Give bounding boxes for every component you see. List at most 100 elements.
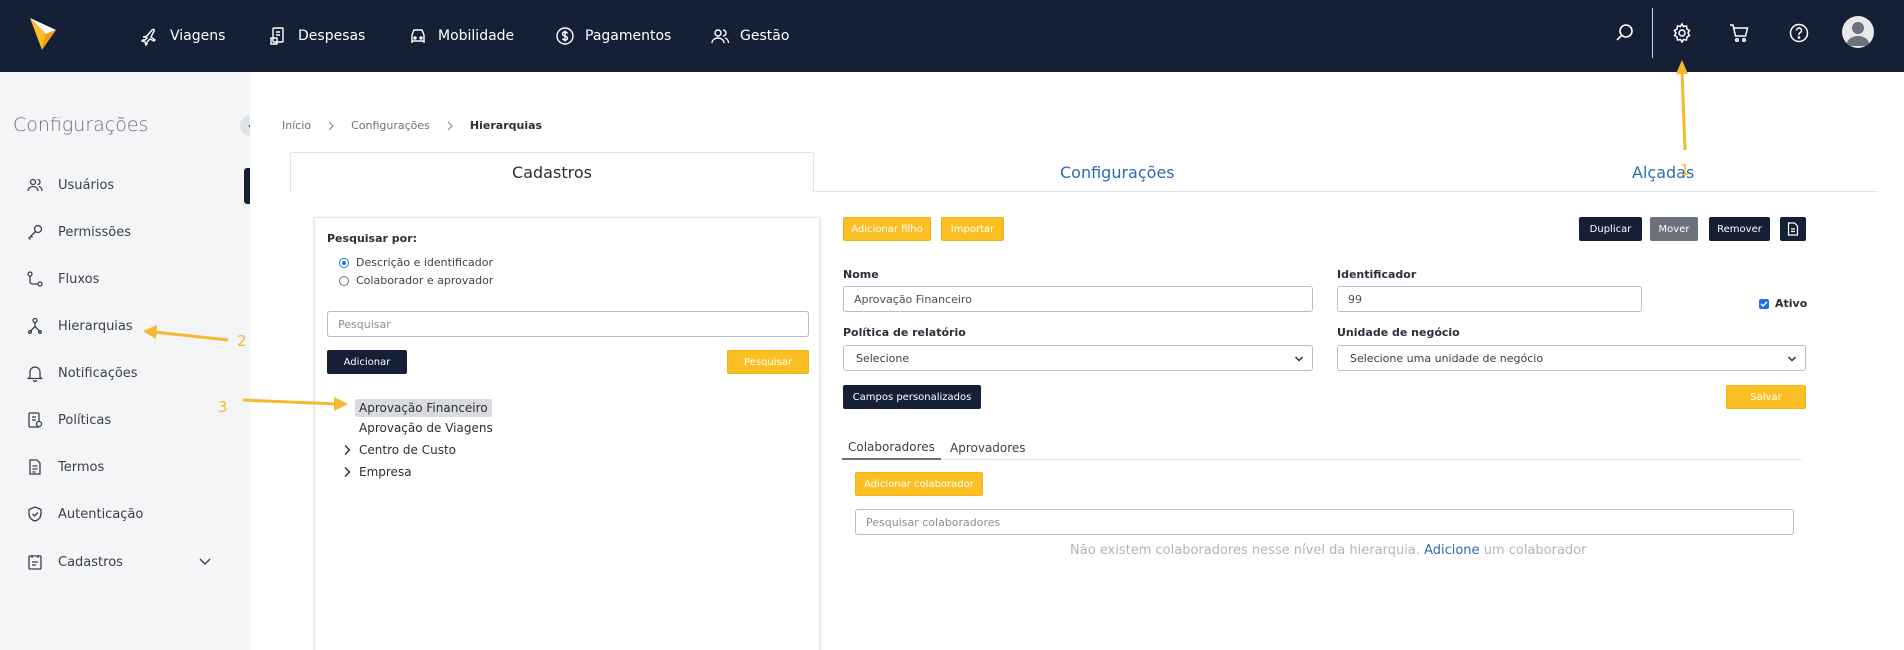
tree-item-aprovacao-financeiro[interactable]: Aprovação Financeiro: [355, 399, 492, 417]
tree-item-label: Empresa: [359, 465, 412, 479]
select-value: Selecione uma unidade de negócio: [1350, 351, 1544, 365]
search-button[interactable]: Pesquisar: [727, 350, 809, 374]
sidebar-item-label: Autenticação: [58, 506, 144, 522]
checkbox-box[interactable]: [1759, 298, 1769, 309]
logo[interactable]: [28, 16, 58, 52]
nav-gestao[interactable]: Gestão: [710, 21, 789, 51]
sidebar-item-label: Permissões: [58, 224, 132, 240]
radio-dot[interactable]: [339, 275, 349, 286]
name-field[interactable]: Aprovação Financeiro: [843, 286, 1313, 312]
subtab-aprovadores[interactable]: Aprovadores: [950, 436, 1026, 460]
sidebar-item-label: Termos: [58, 459, 105, 475]
nav-label: Mobilidade: [438, 28, 515, 44]
sidebar-item-cadastros[interactable]: Cadastros: [26, 550, 123, 574]
sidebar-item-autenticacao[interactable]: Autenticação: [26, 502, 143, 526]
cart-icon[interactable]: [1728, 22, 1750, 44]
main-tabs: Cadastros Configurações Alçadas: [290, 152, 1878, 193]
duplicate-button[interactable]: Duplicar: [1579, 217, 1642, 241]
identifier-field[interactable]: 99: [1337, 286, 1642, 312]
collaborator-search-input[interactable]: Pesquisar colaboradores: [855, 509, 1794, 535]
sidebar-title: Configurações: [13, 114, 149, 136]
hierarchy-icon: [28, 317, 42, 334]
sidebar-item-politicas[interactable]: Políticas: [26, 408, 111, 432]
breadcrumb-home[interactable]: Início: [282, 119, 311, 132]
tree-item-label: Centro de Custo: [359, 443, 456, 457]
business-unit-select[interactable]: Selecione uma unidade de negócio: [1337, 345, 1806, 371]
breadcrumb-configuracoes[interactable]: Configurações: [351, 119, 430, 132]
nav-label: Pagamentos: [585, 28, 672, 44]
policy-icon: [28, 412, 43, 428]
sidebar-item-label: Notificações: [58, 365, 138, 381]
radio-colaborador[interactable]: Colaborador e aprovador: [339, 274, 493, 287]
tree-item-aprovacao-viagens[interactable]: Aprovação de Viagens: [359, 421, 493, 435]
plane-icon: [140, 28, 157, 46]
help-icon[interactable]: [1788, 22, 1810, 44]
select-value: Selecione: [856, 351, 910, 365]
tab-cadastros[interactable]: Cadastros: [290, 152, 814, 193]
main-content: Início Configurações Hierarquias Cadastr…: [250, 72, 1904, 650]
add-collaborator-button[interactable]: Adicionar colaborador: [855, 472, 983, 496]
add-collaborator-link[interactable]: Adicione: [1424, 543, 1479, 558]
search-icon[interactable]: [1614, 22, 1636, 44]
import-button[interactable]: Importar: [941, 217, 1004, 241]
breadcrumb-current: Hierarquias: [469, 119, 543, 132]
move-button[interactable]: Mover: [1650, 217, 1698, 241]
bell-icon: [26, 366, 44, 382]
shield-icon: [28, 506, 42, 522]
document-icon: [29, 459, 41, 475]
topbar-divider: [1652, 8, 1653, 58]
dollar-icon: [556, 27, 574, 45]
sidebar-item-hierarquias[interactable]: Hierarquias: [26, 314, 133, 338]
nav-pagamentos[interactable]: Pagamentos: [555, 21, 671, 51]
sidebar: Configurações Usuários Permissões Fluxos…: [0, 72, 250, 650]
report-policy-select[interactable]: Selecione: [843, 345, 1313, 371]
empty-collaborators-message: Não existem colaboradores nesse nível da…: [1070, 543, 1586, 558]
sidebar-item-permissoes[interactable]: Permissões: [26, 220, 131, 244]
check-icon: [1760, 300, 1768, 307]
subtab-colaboradores[interactable]: Colaboradores: [842, 436, 941, 460]
tree-item-centro-custo[interactable]: Centro de Custo: [341, 443, 456, 457]
key-icon: [28, 224, 43, 240]
search-by-title: Pesquisar por:: [327, 232, 418, 245]
remove-button[interactable]: Remover: [1709, 217, 1770, 241]
tab-configuracoes[interactable]: Configurações: [1060, 152, 1175, 193]
radio-label: Descrição e identificador: [356, 256, 493, 269]
search-panel: Pesquisar por: Descrição e identificador…: [314, 217, 820, 650]
custom-fields-button[interactable]: Campos personalizados: [843, 385, 981, 409]
radio-label: Colaborador e aprovador: [356, 274, 494, 287]
chevron-down-icon[interactable]: [198, 556, 212, 568]
add-button[interactable]: Adicionar: [327, 350, 407, 374]
nav-mobilidade[interactable]: Mobilidade: [408, 21, 514, 51]
chevron-right-icon[interactable]: [341, 444, 353, 456]
sidebar-item-notificacoes[interactable]: Notificações: [26, 361, 138, 385]
active-checkbox[interactable]: Ativo: [1759, 297, 1807, 310]
gear-icon[interactable]: [1671, 22, 1693, 44]
radio-descricao[interactable]: Descrição e identificador: [339, 256, 493, 269]
sidebar-item-termos[interactable]: Termos: [26, 455, 104, 479]
flow-icon: [27, 271, 43, 287]
tree-item-label: Aprovação de Viagens: [359, 421, 493, 435]
chevron-right-icon[interactable]: [341, 466, 353, 478]
report-policy-label: Política de relatório: [843, 326, 966, 339]
avatar[interactable]: [1842, 16, 1874, 48]
save-button[interactable]: Salvar: [1726, 385, 1806, 409]
nav-viagens[interactable]: Viagens: [140, 21, 225, 51]
export-button[interactable]: [1780, 217, 1806, 241]
annotation-2: 2: [237, 332, 247, 350]
identifier-label: Identificador: [1337, 268, 1417, 281]
nav-despesas[interactable]: Despesas: [268, 21, 365, 51]
sidebar-item-label: Fluxos: [58, 271, 100, 287]
receipt-icon: [270, 27, 284, 45]
radio-dot-selected[interactable]: [339, 257, 349, 268]
breadcrumb: Início Configurações Hierarquias: [282, 119, 542, 132]
nav-label: Despesas: [298, 28, 366, 44]
sidebar-item-usuarios[interactable]: Usuários: [26, 173, 114, 197]
sidebar-item-label: Hierarquias: [58, 318, 133, 334]
chevron-right-icon: [328, 121, 334, 130]
add-child-button[interactable]: Adicionar filho: [843, 217, 931, 241]
tree-item-empresa[interactable]: Empresa: [341, 465, 412, 479]
sidebar-item-label: Cadastros: [58, 554, 123, 570]
sidebar-item-fluxos[interactable]: Fluxos: [26, 267, 99, 291]
search-input[interactable]: Pesquisar: [327, 311, 809, 337]
chevron-right-icon: [447, 121, 453, 130]
